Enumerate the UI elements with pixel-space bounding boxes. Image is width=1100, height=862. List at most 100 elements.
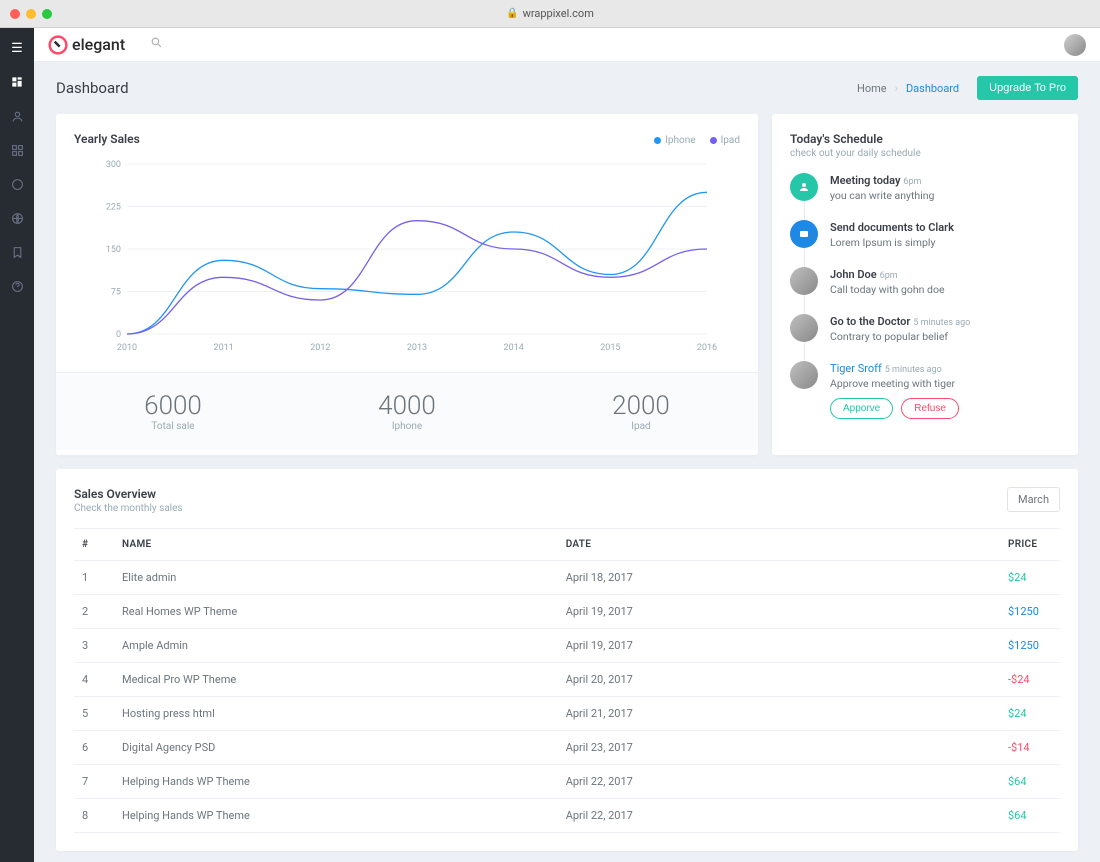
schedule-item-title: John Doe — [830, 268, 877, 281]
cell-idx: 3 — [74, 629, 114, 663]
cell-date: April 19, 2017 — [558, 595, 1000, 629]
cell-idx: 8 — [74, 799, 114, 833]
cell-date: April 22, 2017 — [558, 799, 1000, 833]
cell-price: $64 — [1000, 765, 1060, 799]
chart-summary: 6000Total sale4000Iphone2000Ipad — [56, 372, 758, 450]
schedule-item-title: Meeting today — [830, 174, 900, 187]
summary-col: 4000Iphone — [290, 391, 524, 432]
legend-dot-icon — [710, 137, 717, 144]
browser-chrome: 🔒 wrappixel.com — [0, 0, 1100, 28]
minimize-window-icon[interactable] — [26, 9, 36, 19]
cell-idx: 1 — [74, 561, 114, 595]
maximize-window-icon[interactable] — [42, 9, 52, 19]
svg-text:2012: 2012 — [310, 343, 330, 353]
table-row: 8 Helping Hands WP Theme April 22, 2017 … — [74, 799, 1060, 833]
url-bar[interactable]: 🔒 wrappixel.com — [506, 7, 594, 20]
cell-date: April 21, 2017 — [558, 697, 1000, 731]
globe-icon[interactable] — [9, 210, 25, 226]
schedule-avatar — [790, 314, 818, 342]
schedule-list: Meeting today 6pm you can write anything… — [790, 173, 1060, 437]
svg-text:2013: 2013 — [407, 343, 427, 353]
traffic-lights — [10, 9, 52, 19]
cell-name: Helping Hands WP Theme — [114, 799, 558, 833]
cell-name: Hosting press html — [114, 697, 558, 731]
cell-name: Ample Admin — [114, 629, 558, 663]
breadcrumb-home[interactable]: Home — [857, 82, 887, 95]
card-schedule: Today's Schedule check out your daily sc… — [772, 114, 1078, 455]
schedule-item-desc: you can write anything — [830, 189, 1060, 202]
svg-text:75: 75 — [111, 288, 121, 298]
cell-idx: 4 — [74, 663, 114, 697]
schedule-item-title: Go to the Doctor — [830, 315, 910, 328]
cell-name: Digital Agency PSD — [114, 731, 558, 765]
legend-item-ipad: Ipad — [710, 135, 740, 146]
cell-price: -$24 — [1000, 663, 1060, 697]
url-text: wrappixel.com — [523, 7, 594, 20]
table-row: 5 Hosting press html April 21, 2017 $24 — [74, 697, 1060, 731]
card-sales-overview: Sales Overview Check the monthly sales M… — [56, 469, 1078, 851]
schedule-item-title[interactable]: Tiger Sroff — [830, 362, 882, 375]
svg-text:2016: 2016 — [697, 343, 717, 353]
refuse-button[interactable]: Refuse — [901, 398, 959, 419]
svg-text:2015: 2015 — [600, 343, 620, 353]
chart-canvas: 0751502253002010201120122013201420152016 — [74, 154, 740, 354]
approve-button[interactable]: Apporve — [830, 398, 893, 419]
schedule-item-time: 5 minutes ago — [913, 318, 970, 328]
cell-idx: 2 — [74, 595, 114, 629]
face-icon[interactable] — [9, 176, 25, 192]
cell-price: $24 — [1000, 697, 1060, 731]
upgrade-button[interactable]: Upgrade To Pro — [977, 76, 1078, 100]
col-price: PRICE — [1000, 529, 1060, 561]
table-row: 7 Helping Hands WP Theme April 22, 2017 … — [74, 765, 1060, 799]
cell-name: Elite admin — [114, 561, 558, 595]
schedule-item: John Doe 6pm Call today with gohn doe — [790, 267, 1060, 314]
breadcrumb-current[interactable]: Dashboard — [906, 82, 959, 95]
chevron-right-icon: › — [895, 82, 898, 95]
cell-price: $64 — [1000, 799, 1060, 833]
table-row: 6 Digital Agency PSD April 23, 2017 -$14 — [74, 731, 1060, 765]
user-avatar[interactable] — [1064, 34, 1086, 56]
search-icon[interactable] — [150, 36, 163, 53]
legend-dot-icon — [654, 137, 661, 144]
table-row: 2 Real Homes WP Theme April 19, 2017 $12… — [74, 595, 1060, 629]
page-title: Dashboard — [56, 79, 129, 97]
cell-idx: 6 — [74, 731, 114, 765]
grid-icon[interactable] — [9, 142, 25, 158]
cell-date: April 23, 2017 — [558, 731, 1000, 765]
schedule-item: Tiger Sroff 5 minutes ago Approve meetin… — [790, 361, 1060, 437]
schedule-item-title: Send documents to Clark — [830, 221, 954, 234]
dashboard-icon[interactable] — [9, 74, 25, 90]
close-window-icon[interactable] — [10, 9, 20, 19]
help-icon[interactable] — [9, 278, 25, 294]
brand-logo[interactable]: elegant — [48, 35, 136, 55]
schedule-item-desc: Call today with gohn doe — [830, 283, 1060, 296]
cell-name: Real Homes WP Theme — [114, 595, 558, 629]
side-rail: ☰ — [0, 28, 34, 862]
cell-date: April 20, 2017 — [558, 663, 1000, 697]
svg-text:2011: 2011 — [214, 343, 234, 353]
schedule-subtitle: check out your daily schedule — [790, 148, 1060, 159]
menu-toggle-icon[interactable]: ☰ — [9, 40, 25, 56]
schedule-avatar — [790, 173, 818, 201]
page-header: Dashboard Home › Dashboard Upgrade To Pr… — [34, 62, 1100, 114]
month-select[interactable]: March — [1007, 487, 1060, 512]
table-row: 3 Ample Admin April 19, 2017 $1250 — [74, 629, 1060, 663]
schedule-avatar — [790, 220, 818, 248]
cell-price: $24 — [1000, 561, 1060, 595]
col-idx: # — [74, 529, 114, 561]
cell-price: -$14 — [1000, 731, 1060, 765]
bookmark-icon[interactable] — [9, 244, 25, 260]
card-yearly-sales: Yearly Sales Iphone Ipad 075150225300201… — [56, 114, 758, 455]
schedule-item-time: 6pm — [880, 271, 898, 281]
schedule-item-desc: Contrary to popular belief — [830, 330, 1060, 343]
brand-name: elegant — [72, 35, 125, 54]
cell-idx: 5 — [74, 697, 114, 731]
schedule-title: Today's Schedule — [790, 132, 1060, 146]
sales-table: # NAME DATE PRICE 1 Elite admin April 18… — [74, 528, 1060, 833]
schedule-item: Meeting today 6pm you can write anything — [790, 173, 1060, 220]
svg-text:2014: 2014 — [504, 343, 524, 353]
user-icon[interactable] — [9, 108, 25, 124]
svg-text:225: 225 — [106, 203, 121, 213]
sales-title: Sales Overview — [74, 487, 183, 501]
cell-name: Helping Hands WP Theme — [114, 765, 558, 799]
